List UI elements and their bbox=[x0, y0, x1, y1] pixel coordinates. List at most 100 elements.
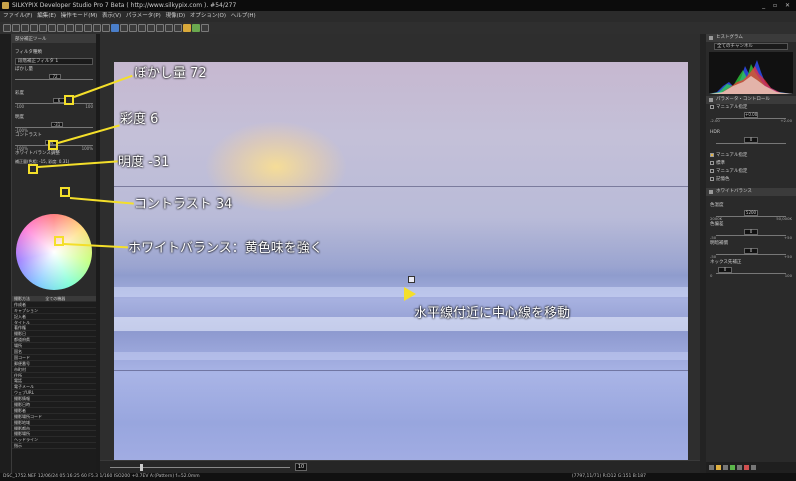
tool-icon[interactable] bbox=[730, 465, 735, 470]
blur-value-box[interactable]: 72 bbox=[49, 74, 61, 79]
wave-band bbox=[114, 317, 688, 331]
tint-label: 色偏差 bbox=[710, 222, 724, 227]
lightness-slider[interactable]: -31 -100% bbox=[15, 122, 93, 133]
settings-icon[interactable] bbox=[201, 24, 209, 32]
temp-value-box[interactable]: 5200 bbox=[744, 210, 758, 216]
zoom-knob[interactable] bbox=[140, 464, 143, 471]
lightness-value-box[interactable]: -31 bbox=[51, 122, 63, 127]
pen-icon[interactable] bbox=[102, 24, 110, 32]
exposure-track[interactable] bbox=[716, 118, 786, 119]
color-mode-icon bbox=[710, 168, 714, 173]
window-controls[interactable]: _ ▫ ✕ bbox=[762, 0, 793, 11]
print-icon[interactable] bbox=[57, 24, 65, 32]
tint-value-box[interactable]: 0 bbox=[744, 229, 758, 235]
select-icon[interactable] bbox=[21, 24, 29, 32]
histogram-header[interactable]: ヒストグラム bbox=[706, 34, 796, 42]
hl-slider[interactable]: 0 0 100 bbox=[710, 267, 792, 278]
hdr-label: HDR bbox=[710, 130, 720, 135]
menu-view[interactable]: 表示(V) bbox=[102, 13, 121, 19]
gradient-line-bottom[interactable] bbox=[114, 370, 688, 371]
tool-icon[interactable] bbox=[723, 465, 728, 470]
preview-image[interactable] bbox=[114, 62, 688, 472]
brush-icon[interactable] bbox=[84, 24, 92, 32]
menu-file[interactable]: ファイル(F) bbox=[3, 13, 32, 19]
skin-slider[interactable]: 0 -50 +50 bbox=[710, 248, 792, 259]
zoom-value[interactable]: 10 bbox=[295, 463, 307, 471]
rotate-right-icon[interactable] bbox=[129, 24, 137, 32]
zoom-bar: 10 bbox=[100, 460, 700, 473]
tool-icon[interactable] bbox=[751, 465, 756, 470]
skin-max: +50 bbox=[783, 254, 792, 259]
undo-icon[interactable] bbox=[138, 24, 146, 32]
wb-header[interactable]: ホワイトバランス bbox=[706, 188, 796, 196]
gradient-center-handle[interactable] bbox=[408, 276, 415, 283]
gradient-filter-icon[interactable] bbox=[111, 24, 119, 32]
exposure-slider[interactable]: +0.00 -2.00 +2.00 bbox=[710, 112, 792, 123]
zoom-icon[interactable] bbox=[66, 24, 74, 32]
temp-slider[interactable]: 5200 2000K 50,000K bbox=[710, 210, 792, 221]
compare-icon[interactable] bbox=[39, 24, 47, 32]
star-icon[interactable] bbox=[183, 24, 191, 32]
blur-slider[interactable]: 72 bbox=[15, 74, 93, 84]
zoom-track[interactable] bbox=[110, 467, 290, 468]
skin-value-box[interactable]: 0 bbox=[744, 248, 758, 254]
skin-track[interactable] bbox=[716, 254, 786, 255]
tool-icon[interactable] bbox=[709, 465, 714, 470]
fullscreen-icon[interactable] bbox=[48, 24, 56, 32]
tool-icon[interactable] bbox=[716, 465, 721, 470]
color-mode-row[interactable]: マニュアル指定 bbox=[706, 168, 796, 176]
property-list-item[interactable]: 指示 bbox=[12, 443, 96, 450]
menu-options[interactable]: オプション(O) bbox=[190, 13, 226, 19]
exposure-mode[interactable]: マニュアル指定 bbox=[706, 104, 796, 112]
hl-value-box[interactable]: 0 bbox=[718, 267, 732, 273]
tone-mode-row[interactable]: 標準 bbox=[706, 160, 796, 168]
menu-help[interactable]: ヘルプ(H) bbox=[231, 13, 256, 19]
annotation-saturation: 彩度 6 bbox=[120, 112, 159, 127]
menu-develop[interactable]: 現像(D) bbox=[166, 13, 186, 19]
property-header-left: 撮影方法 bbox=[14, 296, 30, 301]
callout-box-saturation bbox=[48, 140, 58, 150]
window-title: SILKYPIX Developer Studio Pro 7 Beta ( h… bbox=[12, 2, 237, 9]
crop-icon[interactable] bbox=[75, 24, 83, 32]
rotate-left-icon[interactable] bbox=[120, 24, 128, 32]
develop-icon[interactable] bbox=[165, 24, 173, 32]
sharp-mode-row[interactable]: 記憶色 bbox=[706, 176, 796, 184]
skin-min: -50 bbox=[710, 254, 717, 259]
gradient-line-top[interactable] bbox=[114, 186, 688, 187]
flag-icon[interactable] bbox=[192, 24, 200, 32]
app-window: SILKYPIX Developer Studio Pro 7 Beta ( h… bbox=[0, 0, 796, 481]
save-icon[interactable] bbox=[12, 24, 20, 32]
tool-icon[interactable] bbox=[737, 465, 742, 470]
tint-track[interactable] bbox=[716, 235, 786, 236]
exposure-icon bbox=[710, 104, 714, 109]
wb-mode-row[interactable]: マニュアル指定 bbox=[706, 152, 796, 160]
hl-track[interactable] bbox=[716, 273, 786, 274]
menu-edit[interactable]: 編集(E) bbox=[37, 13, 56, 19]
annotation-horizon: 水平線付近に中心線を移動 bbox=[414, 306, 571, 321]
flip-icon[interactable] bbox=[156, 24, 164, 32]
left-tool-strip bbox=[0, 34, 12, 473]
hdr-slider[interactable]: 0 bbox=[710, 137, 792, 148]
temp-label: 色温度 bbox=[710, 203, 724, 208]
filter-type-select[interactable]: 段階補正フィルタ 1 bbox=[15, 58, 93, 65]
param-control-header[interactable]: パラメータ・コントロール bbox=[706, 96, 796, 104]
exposure-value-box[interactable]: +0.00 bbox=[744, 112, 758, 118]
text-icon[interactable] bbox=[174, 24, 182, 32]
grid-icon[interactable] bbox=[30, 24, 38, 32]
wave-band bbox=[114, 352, 688, 360]
redo-icon[interactable] bbox=[147, 24, 155, 32]
callout-box-contrast bbox=[60, 187, 70, 197]
hdr-value-box[interactable]: 0 bbox=[744, 137, 758, 143]
blur-track[interactable] bbox=[15, 79, 93, 80]
menu-parameter[interactable]: パラメータ(P) bbox=[126, 13, 161, 19]
dropper-icon[interactable] bbox=[93, 24, 101, 32]
tool-icon[interactable] bbox=[744, 465, 749, 470]
tint-slider[interactable]: 0 -50 +50 bbox=[710, 229, 792, 240]
saturation-slider[interactable]: 6 -100 100 bbox=[15, 98, 93, 109]
menu-mode[interactable]: 操作モード(M) bbox=[61, 13, 98, 19]
hdr-track[interactable] bbox=[716, 143, 786, 144]
histogram-channel-select[interactable]: 全てのチャンネル bbox=[714, 43, 788, 50]
saturation-track[interactable] bbox=[15, 103, 93, 104]
open-icon[interactable] bbox=[3, 24, 11, 32]
color-wheel[interactable] bbox=[16, 214, 92, 290]
